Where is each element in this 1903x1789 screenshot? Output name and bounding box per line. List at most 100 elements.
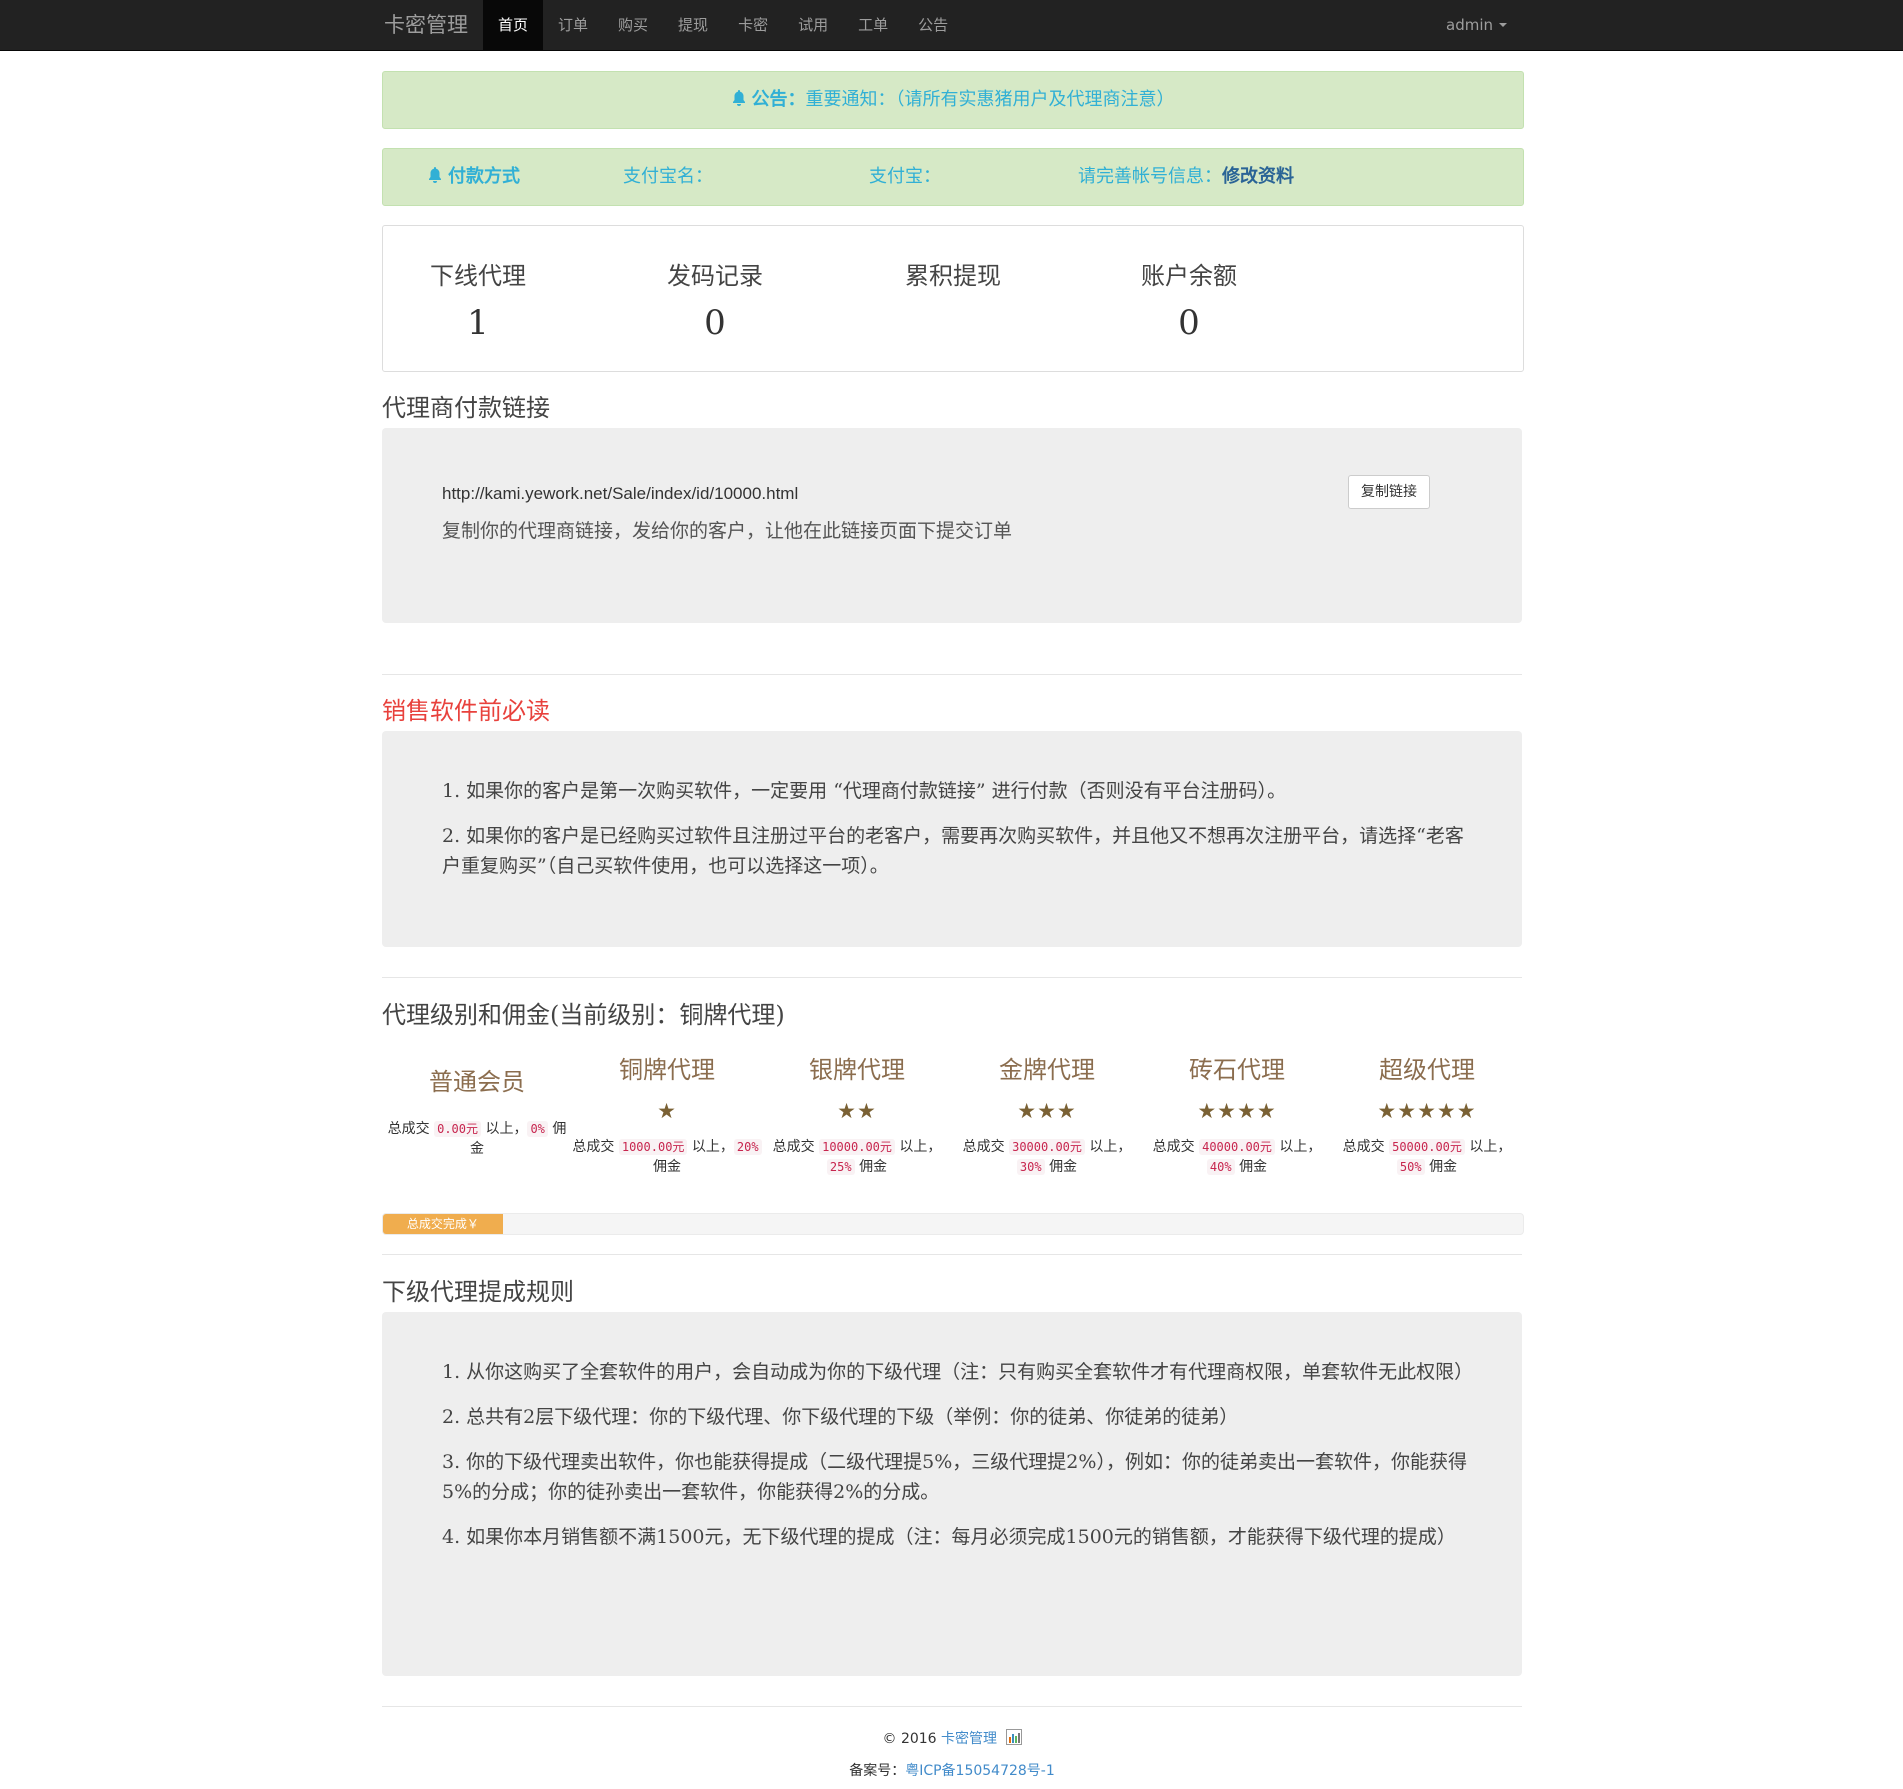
list-item: 3. 你的下级代理卖出软件，你也能获得提成（二级代理提5%，三级代理提2%），例…: [442, 1451, 1467, 1503]
payment-title: 付款方式: [448, 166, 520, 187]
edit-profile-link[interactable]: 修改资料: [1222, 166, 1294, 187]
req-prefix: 总成交: [387, 1121, 430, 1137]
nav-item-cards[interactable]: 卡密: [723, 0, 783, 50]
level-requirement: 总成交 1000.00元 以上， 20% 佣金: [572, 1137, 762, 1177]
req-suffix: 佣金: [1239, 1159, 1268, 1175]
nav-item-tickets[interactable]: 工单: [843, 0, 903, 50]
level-stars: ★: [657, 1099, 677, 1123]
alipay-label: 支付宝：: [869, 166, 941, 187]
req-prefix: 总成交: [1342, 1139, 1385, 1155]
req-amount: 1000.00元: [618, 1139, 688, 1155]
req-rate: 20%: [733, 1139, 762, 1155]
divider: [382, 1706, 1522, 1707]
req-mid: 以上，: [691, 1139, 734, 1155]
nav-item-withdraw[interactable]: 提现: [663, 0, 723, 50]
site-stats-icon[interactable]: [1005, 1729, 1022, 1745]
navbar-inner: 卡密管理 首页 订单 购买 提现 卡密 试用 工单 公告 admin: [382, 0, 1522, 50]
copyright-text: © 2016: [882, 1731, 937, 1747]
req-suffix: 佣金: [653, 1159, 681, 1175]
level-requirement: 总成交 40000.00元 以上， 40% 佣金: [1142, 1137, 1332, 1177]
level-tier-bronze: 铜牌代理 ★ 总成交 1000.00元 以上， 20% 佣金: [572, 1050, 762, 1177]
top-navbar: 卡密管理 首页 订单 购买 提现 卡密 试用 工单 公告 admin: [0, 0, 1903, 51]
divider: [382, 977, 1522, 978]
notice-alert: 公告：重要通知：（请所有实惠猪用户及代理商注意）: [382, 71, 1524, 129]
bell-icon: [732, 90, 745, 106]
stat-downline: 下线代理 1: [398, 256, 558, 343]
req-mid: 以上，: [1469, 1139, 1512, 1155]
req-suffix: 佣金: [1049, 1159, 1078, 1175]
list-item: 1. 如果你的客户是第一次购买软件，一定要用 “代理商付款链接” 进行付款（否则…: [442, 780, 1287, 802]
sub-rules-heading: 下级代理提成规则: [382, 1278, 574, 1306]
sub-rules-well: 1. 从你这购买了全套软件的用户，会自动成为你的下级代理（注：只有购买全套软件才…: [382, 1312, 1522, 1676]
stat-label: 账户余额: [1141, 262, 1237, 290]
list-item: 1. 从你这购买了全套软件的用户，会自动成为你的下级代理（注：只有购买全套软件才…: [442, 1361, 1474, 1383]
icp-label: 备案号：: [849, 1763, 906, 1779]
nav-item-orders[interactable]: 订单: [543, 0, 603, 50]
req-rate: 0%: [527, 1121, 548, 1137]
req-prefix: 总成交: [572, 1139, 615, 1155]
level-tier-gold: 金牌代理 ★★★ 总成交 30000.00元 以上， 30% 佣金: [952, 1050, 1142, 1177]
list-item: 2. 如果你的客户是已经购买过软件且注册过平台的老客户，需要再次购买软件，并且他…: [442, 825, 1464, 877]
req-mid: 以上，: [1279, 1139, 1322, 1155]
req-prefix: 总成交: [772, 1139, 815, 1155]
level-tier-regular: 普通会员 总成交 0.00元 以上， 0% 佣金: [382, 1062, 572, 1159]
req-prefix: 总成交: [962, 1139, 1005, 1155]
level-requirement: 总成交 50000.00元 以上， 50% 佣金: [1332, 1137, 1522, 1177]
nav-item-trial[interactable]: 试用: [783, 0, 843, 50]
req-rate: 30%: [1016, 1159, 1045, 1175]
levels-heading: 代理级别和佣金(当前级别：铜牌代理): [382, 1001, 785, 1029]
nav-item-home[interactable]: 首页: [483, 0, 544, 50]
level-stars: ★★★: [1017, 1099, 1077, 1123]
agent-link-well: http://kami.yework.net/Sale/index/id/100…: [382, 428, 1522, 623]
stat-withdrawn: 累积提现: [873, 256, 1033, 303]
level-tier-super: 超级代理 ★★★★★ 总成交 50000.00元 以上， 50% 佣金: [1332, 1050, 1522, 1177]
agent-link-description: 复制你的代理商链接，发给你的客户，让他在此链接页面下提交订单: [442, 520, 1013, 542]
nav-item-announcements[interactable]: 公告: [903, 0, 963, 50]
stat-codes: 发码记录 0: [635, 256, 795, 343]
level-name: 超级代理: [1379, 1056, 1475, 1084]
stat-value: 1: [467, 303, 489, 343]
level-requirement: 总成交 10000.00元 以上， 25% 佣金: [762, 1137, 952, 1177]
agent-link-heading: 代理商付款链接: [382, 394, 550, 422]
req-amount: 40000.00元: [1199, 1139, 1275, 1155]
list-item: 4. 如果你本月销售额不满1500元，无下级代理的提成（注：每月必须完成1500…: [442, 1526, 1456, 1548]
payment-alert: 付款方式 支付宝名： 支付宝： 请完善帐号信息：修改资料: [382, 148, 1524, 206]
copy-link-button[interactable]: 复制链接: [1348, 475, 1430, 509]
stat-label: 下线代理: [430, 262, 526, 290]
req-rate: 40%: [1206, 1159, 1235, 1175]
level-tier-silver: 银牌代理 ★★ 总成交 10000.00元 以上， 25% 佣金: [762, 1050, 952, 1177]
icp-link[interactable]: 粤ICP备15054728号-1: [905, 1763, 1055, 1779]
stat-value: 0: [1178, 303, 1200, 343]
req-rate: 50%: [1396, 1159, 1425, 1175]
stat-value: 0: [704, 303, 726, 343]
nav-item-buy[interactable]: 购买: [603, 0, 663, 50]
user-name: admin: [1446, 16, 1493, 34]
req-amount: 30000.00元: [1009, 1139, 1085, 1155]
payment-title-wrap: 付款方式: [428, 149, 520, 205]
navbar-brand[interactable]: 卡密管理: [384, 0, 483, 50]
notice-label: 公告：: [751, 89, 806, 110]
list-item: 2. 总共有2层下级代理：你的下级代理、你下级代理的下级（举例：你的徒弟、你徒弟…: [442, 1406, 1239, 1428]
footer-site-link[interactable]: 卡密管理: [941, 1731, 997, 1747]
sales-progress-bar: 总成交完成￥: [383, 1214, 503, 1234]
complete-info-wrap: 请完善帐号信息：修改资料: [1078, 149, 1294, 205]
alipay-name-label: 支付宝名：: [623, 166, 713, 187]
req-mid: 以上，: [899, 1139, 942, 1155]
req-amount: 0.00元: [434, 1121, 481, 1137]
user-menu[interactable]: admin: [1446, 0, 1522, 50]
stat-label: 累积提现: [905, 262, 1001, 290]
footer-copyright: © 2016 卡密管理: [382, 1728, 1522, 1748]
divider: [382, 1254, 1522, 1255]
complete-info-label: 请完善帐号信息：: [1078, 166, 1222, 187]
must-read-list: 1. 如果你的客户是第一次购买软件，一定要用 “代理商付款链接” 进行付款（否则…: [442, 776, 1472, 896]
req-mid: 以上，: [1089, 1139, 1132, 1155]
sub-rules-list: 1. 从你这购买了全套软件的用户，会自动成为你的下级代理（注：只有购买全套软件才…: [442, 1357, 1474, 1567]
level-name: 普通会员: [429, 1068, 525, 1096]
level-stars: ★★★★: [1197, 1099, 1277, 1123]
footer-icp: 备案号：粤ICP备15054728号-1: [382, 1760, 1522, 1780]
level-name: 金牌代理: [999, 1056, 1095, 1084]
level-tier-diamond: 砖石代理 ★★★★ 总成交 40000.00元 以上， 40% 佣金: [1142, 1050, 1332, 1177]
notice-text: 重要通知：（请所有实惠猪用户及代理商注意）: [805, 89, 1175, 110]
caret-down-icon: [1499, 23, 1507, 27]
level-stars: ★★★★★: [1377, 1099, 1477, 1123]
